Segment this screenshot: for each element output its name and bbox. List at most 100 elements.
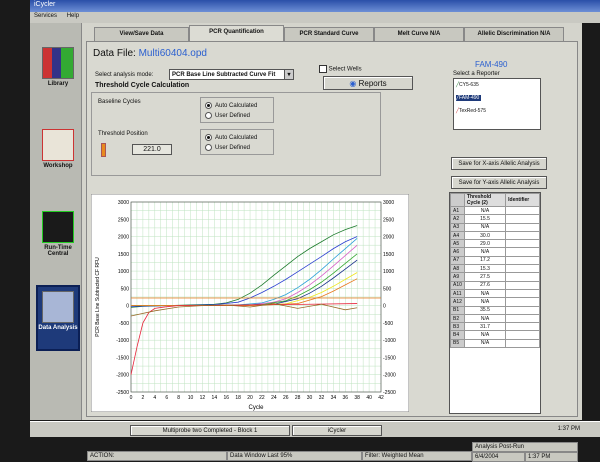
table-cell-well: A4 [450, 230, 465, 241]
table-row[interactable]: B2 N/A [450, 313, 540, 324]
save-y-allelic-button[interactable]: Save for Y-axis Allelic Analysis [451, 176, 547, 189]
sidebar-workshop[interactable]: Workshop [36, 125, 80, 187]
menu-services[interactable]: Services [34, 13, 57, 19]
table-cell-well: A1 [450, 205, 465, 216]
tab-allelic-discrimination[interactable]: Allelic Discrimination N/A [464, 27, 564, 41]
threshold-group: Baseline Cycles Auto Calculated User Def… [91, 92, 381, 176]
table-cell-well: A8 [450, 264, 465, 274]
threshold-position-value[interactable]: 221.0 [132, 144, 172, 155]
tab-pcr-standard-curve[interactable]: PCR Standard Curve [284, 27, 374, 41]
table-row[interactable]: A7 17.2 [450, 255, 540, 266]
table-row[interactable]: A8 15.3 [450, 264, 540, 274]
x-tick-label: 36 [343, 395, 349, 401]
sidebar-data-analysis[interactable]: Data Analysis [36, 285, 80, 351]
table-cell-well: A5 [450, 239, 465, 249]
table-cell-ct: N/A [463, 297, 507, 307]
taskbar-item-icycler[interactable]: iCycler [292, 425, 382, 436]
x-tick-label: 6 [165, 395, 168, 401]
reporter-item-texred[interactable]: ╱TexRed-575 [456, 108, 486, 114]
threshold-auto-label: Auto Calculated [215, 135, 258, 142]
table-row[interactable]: A3 N/A [450, 222, 540, 232]
y-tick-label: 0 [126, 304, 129, 310]
table-row[interactable]: A10 27.6 [450, 280, 540, 290]
table-row[interactable]: A6 N/A [450, 247, 540, 257]
threshold-auto-radio[interactable]: Auto Calculated [205, 134, 257, 141]
y-tick-label-right: 2500 [383, 217, 394, 223]
tab-melt-curve[interactable]: Melt Curve N/A [374, 27, 464, 41]
sidebar-library[interactable]: Library [36, 43, 80, 105]
table-cell-identifier [505, 338, 540, 349]
table-cell-identifier [505, 264, 540, 274]
chevron-down-icon: ▾ [284, 70, 293, 79]
taskbar: Multiprobe two Completed - Block 1 iCycl… [30, 421, 600, 437]
table-cell-well: A7 [450, 255, 465, 266]
reporter-item-label: TexRed-575 [459, 108, 486, 114]
y-tick-label-right: 1500 [383, 252, 394, 258]
threshold-user-radio[interactable]: User Defined [205, 144, 250, 151]
y-tick-label-right: 2000 [383, 235, 394, 241]
select-wells-checkbox[interactable]: Select Wells [319, 65, 362, 73]
menu-bar: Services Help [30, 12, 600, 23]
sidebar-workshop-label: Workshop [43, 163, 73, 169]
y-tick-label: 2500 [118, 217, 129, 223]
baseline-user-radio[interactable]: User Defined [205, 112, 250, 119]
menu-help[interactable]: Help [67, 13, 79, 19]
reporter-list[interactable]: ╱CY5-635 ╱FAM-490 ╱TexRed-575 [453, 78, 541, 130]
sidebar-library-label: Library [47, 81, 69, 87]
table-row[interactable]: A2 15.5 [450, 214, 540, 224]
table-cell-well: B1 [450, 305, 465, 315]
table-cell-ct: N/A [463, 338, 507, 349]
window-titlebar: iCycler [30, 0, 600, 12]
table: Threshold Cycle (2) Identifier A1 N/A A2 15… [450, 193, 540, 349]
table-cell-ct: N/A [463, 330, 507, 340]
reporter-item-cy5[interactable]: ╱CY5-635 [456, 82, 479, 88]
table-row[interactable]: A11 N/A [450, 288, 540, 299]
table-cell-well: A11 [450, 288, 465, 299]
table-row[interactable]: A4 30.0 [450, 230, 540, 241]
table-row[interactable]: A12 N/A [450, 297, 540, 307]
x-tick-label: 38 [354, 395, 360, 401]
table-cell-identifier [505, 305, 540, 315]
baseline-options: Auto Calculated User Defined [200, 97, 274, 123]
y-tick-label: 1000 [118, 269, 129, 275]
taskbar-item-multiprobe[interactable]: Multiprobe two Completed - Block 1 [130, 425, 290, 436]
x-tick-label: 10 [188, 395, 194, 401]
analysis-mode-select[interactable]: PCR Base Line Subtracted Curve Fit ▾ [169, 69, 294, 80]
tab-pcr-quantification[interactable]: PCR Quantification [189, 25, 284, 41]
y-tick-label-right: -2000 [383, 373, 396, 379]
sidebar-runtime-central[interactable]: Run-Time Central [36, 207, 80, 269]
reports-icon: ◉ [349, 79, 357, 88]
table-row[interactable]: A1 N/A [450, 205, 540, 216]
status-data-window: Data Window Last 95% [227, 451, 362, 461]
tab-view-save-data[interactable]: View/Save Data [94, 27, 189, 41]
table-cell-well: A2 [450, 214, 465, 224]
table-cell-identifier [505, 222, 540, 232]
x-axis-label: Cycle [248, 405, 264, 411]
analysis-mode-label: Select analysis mode: [95, 72, 154, 78]
baseline-auto-radio[interactable]: Auto Calculated [205, 102, 257, 109]
table-row[interactable]: B1 35.5 [450, 305, 540, 315]
reporter-item-fam[interactable]: ╱FAM-490 [456, 95, 482, 101]
table-row[interactable]: A5 29.0 [450, 239, 540, 249]
x-tick-label: 26 [283, 395, 289, 401]
save-x-allelic-button[interactable]: Save for X-axis Allelic Analysis [451, 157, 547, 170]
table-cell-ct: N/A [463, 313, 507, 324]
table-cell-identifier [505, 255, 540, 266]
y-tick-label-right: 0 [383, 304, 386, 310]
quantification-panel: Data File: Multi60404.opd Select analysi… [86, 41, 578, 462]
x-tick-label: 14 [212, 395, 218, 401]
table-row[interactable]: B4 N/A [450, 330, 540, 340]
status-date: 6/4/2004 [472, 452, 525, 462]
pcr-amplification-chart: 0 2 4 6 8 10 12 14 16 18 20 22 24 26 28 30 32 34 36 38 40 423… [91, 194, 409, 412]
reports-button[interactable]: ◉ Reports [323, 76, 413, 90]
x-tick-label: 18 [235, 395, 241, 401]
threshold-title: Threshold Cycle Calculation [95, 82, 190, 89]
table-row[interactable]: A9 27.5 [450, 272, 540, 282]
threshold-user-label: User Defined [215, 145, 251, 152]
table-row[interactable]: B3 31.7 [450, 322, 540, 332]
table-row[interactable]: B5 N/A [450, 338, 540, 349]
table-cell-ct: N/A [463, 247, 507, 257]
x-tick-label: 40 [366, 395, 372, 401]
baseline-user-label: User Defined [215, 113, 251, 120]
reporter-item-label: FAM-490 [459, 95, 480, 101]
